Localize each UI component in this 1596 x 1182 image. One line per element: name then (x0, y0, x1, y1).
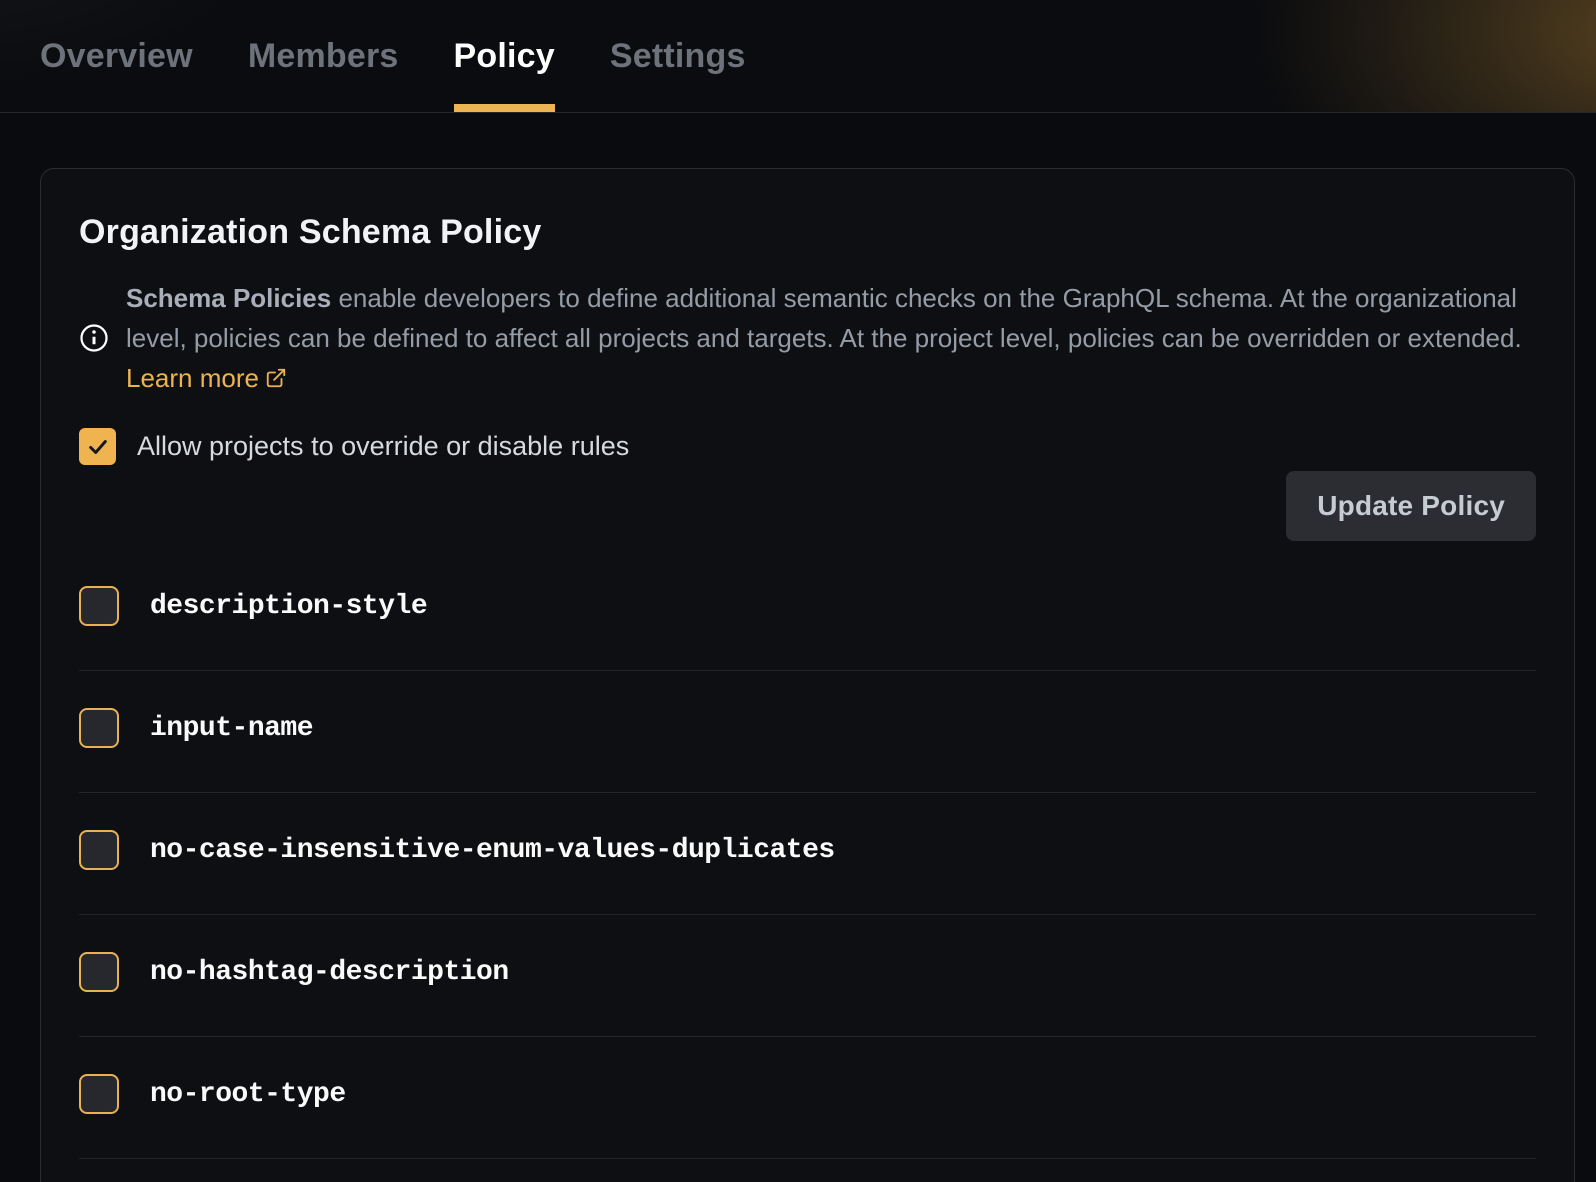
rule-row: input-name (79, 671, 1536, 793)
tab-members[interactable]: Members (248, 0, 399, 112)
rule-name: input-name (150, 713, 313, 744)
rule-row: no-root-type (79, 1037, 1536, 1159)
rule-row: description-style (79, 549, 1536, 671)
learn-more-link[interactable]: Learn more (126, 363, 287, 393)
schema-policy-card: Organization Schema Policy Schema Polici… (40, 168, 1575, 1182)
tab-settings[interactable]: Settings (610, 0, 746, 112)
rule-checkbox[interactable] (79, 708, 119, 748)
rule-checkbox[interactable] (79, 1074, 119, 1114)
check-icon (87, 436, 109, 458)
rule-name: no-case-insensitive-enum-values-duplicat… (150, 835, 835, 866)
allow-override-row[interactable]: Allow projects to override or disable ru… (79, 428, 629, 465)
tab-bar: Overview Members Policy Settings (0, 0, 1596, 112)
info-note: Schema Policies enable developers to def… (79, 278, 1536, 398)
main-content: Organization Schema Policy Schema Polici… (0, 113, 1596, 1182)
rule-name: no-hashtag-description (150, 957, 509, 988)
info-circle-icon (79, 323, 109, 353)
external-link-icon (265, 367, 287, 389)
rule-row: no-case-insensitive-enum-values-duplicat… (79, 793, 1536, 915)
page-title: Organization Schema Policy (79, 213, 1536, 252)
rules-list: description-style input-name no-case-ins… (79, 549, 1536, 1159)
allow-override-label: Allow projects to override or disable ru… (137, 431, 629, 462)
info-text: Schema Policies enable developers to def… (126, 278, 1536, 398)
tab-policy[interactable]: Policy (454, 0, 555, 112)
learn-more-label: Learn more (126, 363, 259, 393)
rule-checkbox[interactable] (79, 586, 119, 626)
info-text-body: enable developers to define additional s… (126, 283, 1522, 353)
rule-name: description-style (150, 591, 427, 622)
info-text-bold: Schema Policies (126, 283, 331, 313)
page-header: Overview Members Policy Settings (0, 0, 1596, 113)
rule-name: no-root-type (150, 1079, 346, 1110)
tab-overview[interactable]: Overview (40, 0, 193, 112)
rule-checkbox[interactable] (79, 952, 119, 992)
rule-row: no-hashtag-description (79, 915, 1536, 1037)
update-policy-button[interactable]: Update Policy (1286, 471, 1536, 541)
button-row: Update Policy (79, 471, 1536, 541)
allow-override-checkbox[interactable] (79, 428, 116, 465)
rule-checkbox[interactable] (79, 830, 119, 870)
